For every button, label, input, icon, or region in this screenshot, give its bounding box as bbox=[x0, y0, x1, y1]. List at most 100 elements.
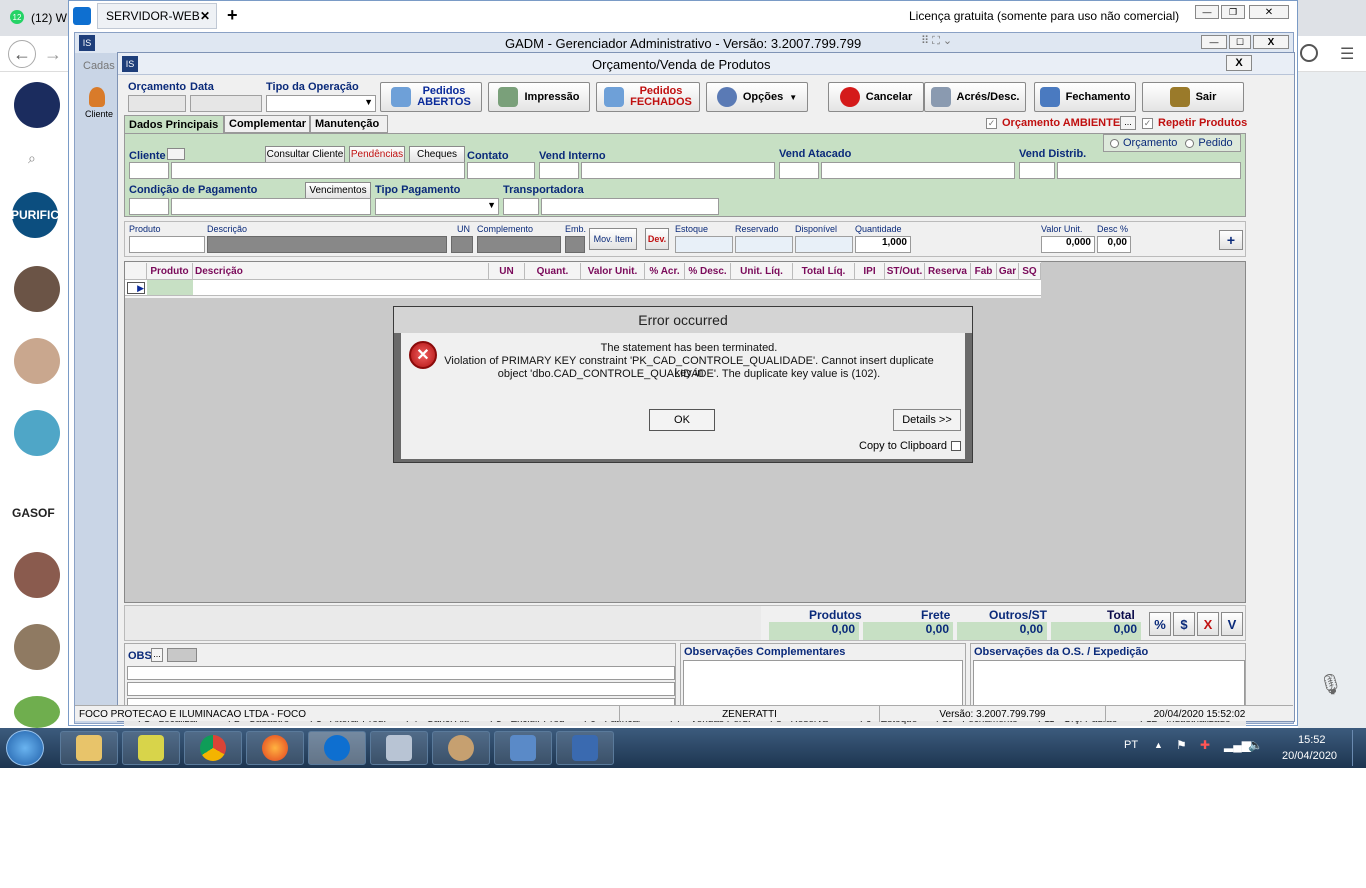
pendencias-button[interactable]: Pendências bbox=[349, 146, 405, 163]
tipo-pagamento-select[interactable]: ▼ bbox=[375, 198, 499, 215]
close-icon[interactable]: X bbox=[1253, 35, 1289, 49]
ambiente-options-button[interactable]: ... bbox=[1120, 116, 1136, 130]
grid-col-ipi[interactable]: IPI bbox=[855, 263, 885, 280]
cheques-button[interactable]: Cheques bbox=[409, 146, 465, 163]
tab-dados-principais[interactable]: Dados Principais bbox=[124, 115, 224, 133]
details-button[interactable]: Details >> bbox=[893, 409, 961, 431]
cliente-name-field[interactable] bbox=[171, 162, 465, 179]
quantidade-field[interactable]: 1,000 bbox=[855, 236, 911, 253]
taskbar-chrome[interactable] bbox=[184, 731, 242, 765]
ok-button[interactable]: OK bbox=[649, 409, 715, 431]
clear-button[interactable]: X bbox=[1197, 612, 1219, 636]
grid-col-st-out[interactable]: ST/Out. bbox=[885, 263, 925, 280]
fechamento-button[interactable]: Fechamento bbox=[1034, 82, 1136, 112]
desc-pct-field[interactable]: 0,00 bbox=[1097, 236, 1131, 253]
obs-line-2[interactable] bbox=[127, 682, 675, 696]
cond-pagamento-name-field[interactable] bbox=[171, 198, 371, 215]
grid-col-un[interactable]: UN bbox=[489, 263, 525, 280]
grid-col-reserva[interactable]: Reserva bbox=[925, 263, 971, 280]
produto-field[interactable] bbox=[129, 236, 205, 253]
close-icon[interactable]: ✕ bbox=[200, 9, 210, 23]
show-desktop-button[interactable] bbox=[1352, 730, 1364, 766]
taskbar-remote-desktop[interactable] bbox=[556, 731, 614, 765]
grid-col-gar[interactable]: Gar bbox=[997, 263, 1019, 280]
grid-col-acr[interactable]: % Acr. bbox=[645, 263, 685, 280]
transportadora-code-field[interactable] bbox=[503, 198, 539, 215]
mov-item-button[interactable]: Mov. Item bbox=[589, 228, 637, 250]
consultar-cliente-button[interactable]: Consultar Cliente bbox=[265, 146, 345, 163]
grid-col-sq[interactable]: SQ bbox=[1019, 263, 1041, 280]
resize-grip-icon[interactable]: ⠿ ⛶ ⌄ bbox=[921, 34, 952, 48]
taskbar-sticky-notes[interactable] bbox=[122, 731, 180, 765]
acres-desc-button[interactable]: Acrés/Desc. bbox=[924, 82, 1026, 112]
forward-arrow-icon[interactable]: → bbox=[44, 44, 62, 65]
vend-distrib-name-field[interactable] bbox=[1057, 162, 1241, 179]
minimize-icon[interactable]: — bbox=[1195, 5, 1219, 19]
contact-avatar[interactable] bbox=[14, 338, 60, 384]
taskbar-firefox[interactable] bbox=[246, 731, 304, 765]
tab-manutencao[interactable]: Manutenção bbox=[310, 115, 388, 133]
grid-col-quant[interactable]: Quant. bbox=[525, 263, 581, 280]
orcamento-ambiente-checkbox[interactable]: ✓ bbox=[986, 118, 997, 129]
close-icon[interactable]: ✕ bbox=[1249, 5, 1289, 19]
tab-complementar[interactable]: Complementar bbox=[224, 115, 310, 133]
menu-icon[interactable]: ☰ bbox=[1340, 44, 1354, 64]
tv-session-tab[interactable]: SERVIDOR-WEB ✕ bbox=[97, 3, 217, 29]
cliente-shortcut-label[interactable]: Cliente bbox=[85, 109, 113, 119]
search-icon[interactable]: ⌕ bbox=[28, 150, 36, 167]
grid-col-descricao[interactable]: Descrição bbox=[193, 263, 489, 280]
vend-distrib-code-field[interactable] bbox=[1019, 162, 1055, 179]
cliente-code-field[interactable] bbox=[129, 162, 169, 179]
obs-options-button[interactable]: ... bbox=[151, 648, 163, 662]
taskbar-teamviewer[interactable] bbox=[308, 731, 366, 765]
vend-interno-code-field[interactable] bbox=[539, 162, 579, 179]
maximize-icon[interactable]: ☐ bbox=[1229, 35, 1251, 49]
radio-pedido[interactable] bbox=[1185, 138, 1195, 148]
flag-icon[interactable]: ⚑ bbox=[1176, 738, 1187, 752]
percent-button[interactable]: % bbox=[1149, 612, 1171, 636]
outros-value[interactable]: 0,00 bbox=[957, 622, 1047, 640]
contact-avatar[interactable]: GASOF bbox=[12, 484, 62, 520]
transportadora-name-field[interactable] bbox=[541, 198, 719, 215]
vend-atacado-name-field[interactable] bbox=[821, 162, 1015, 179]
grid-col-unit-liq[interactable]: Unit. Líq. bbox=[731, 263, 793, 280]
opcoes-button[interactable]: Opções ▼ bbox=[706, 82, 808, 112]
table-row[interactable]: ▶ bbox=[125, 280, 1041, 296]
copy-clipboard-checkbox[interactable] bbox=[951, 441, 961, 451]
dollar-button[interactable]: $ bbox=[1173, 612, 1195, 636]
impressao-button[interactable]: Impressão bbox=[488, 82, 590, 112]
taskbar-photos[interactable] bbox=[494, 731, 552, 765]
tray-app-icon[interactable]: ✚ bbox=[1200, 738, 1210, 752]
minimize-icon[interactable]: — bbox=[1201, 35, 1227, 49]
contact-avatar[interactable] bbox=[14, 266, 60, 312]
client-person-icon[interactable] bbox=[89, 87, 105, 107]
cond-pagamento-code-field[interactable] bbox=[129, 198, 169, 215]
add-item-button[interactable]: + bbox=[1219, 230, 1243, 250]
contato-field[interactable] bbox=[467, 162, 535, 179]
clock-date[interactable]: 20/04/2020 bbox=[1282, 750, 1337, 762]
profile-icon[interactable] bbox=[1300, 44, 1318, 62]
data-field[interactable] bbox=[190, 95, 262, 112]
radio-orcamento[interactable] bbox=[1110, 138, 1119, 148]
cliente-lookup-button[interactable] bbox=[167, 148, 185, 160]
confirm-button[interactable]: V bbox=[1221, 612, 1243, 636]
cancelar-button[interactable]: Cancelar bbox=[828, 82, 924, 112]
contact-avatar[interactable] bbox=[14, 552, 60, 598]
grid-col-produto[interactable]: Produto bbox=[147, 263, 193, 280]
frete-value[interactable]: 0,00 bbox=[863, 622, 953, 640]
pedidos-fechados-button[interactable]: Pedidos FECHADOS bbox=[596, 82, 700, 112]
orcamento-field[interactable] bbox=[128, 95, 186, 112]
obs-code-field[interactable] bbox=[167, 648, 197, 662]
taskbar-calculator[interactable] bbox=[370, 731, 428, 765]
network-signal-icon[interactable]: ▂▄▆ bbox=[1224, 738, 1251, 752]
add-tab-icon[interactable]: + bbox=[227, 5, 238, 26]
grid-col-desc[interactable]: % Desc. bbox=[685, 263, 731, 280]
grid-col-total-liq[interactable]: Total Líq. bbox=[793, 263, 855, 280]
grid-col-valor-unit[interactable]: Valor Unit. bbox=[581, 263, 645, 280]
contact-avatar[interactable]: PURIFIC bbox=[11, 192, 59, 238]
grid-col-fab[interactable]: Fab bbox=[971, 263, 997, 280]
vend-interno-name-field[interactable] bbox=[581, 162, 775, 179]
tray-expand-icon[interactable]: ▲ bbox=[1154, 740, 1163, 750]
dev-button[interactable]: Dev. bbox=[645, 228, 669, 250]
contact-avatar[interactable] bbox=[14, 410, 60, 456]
